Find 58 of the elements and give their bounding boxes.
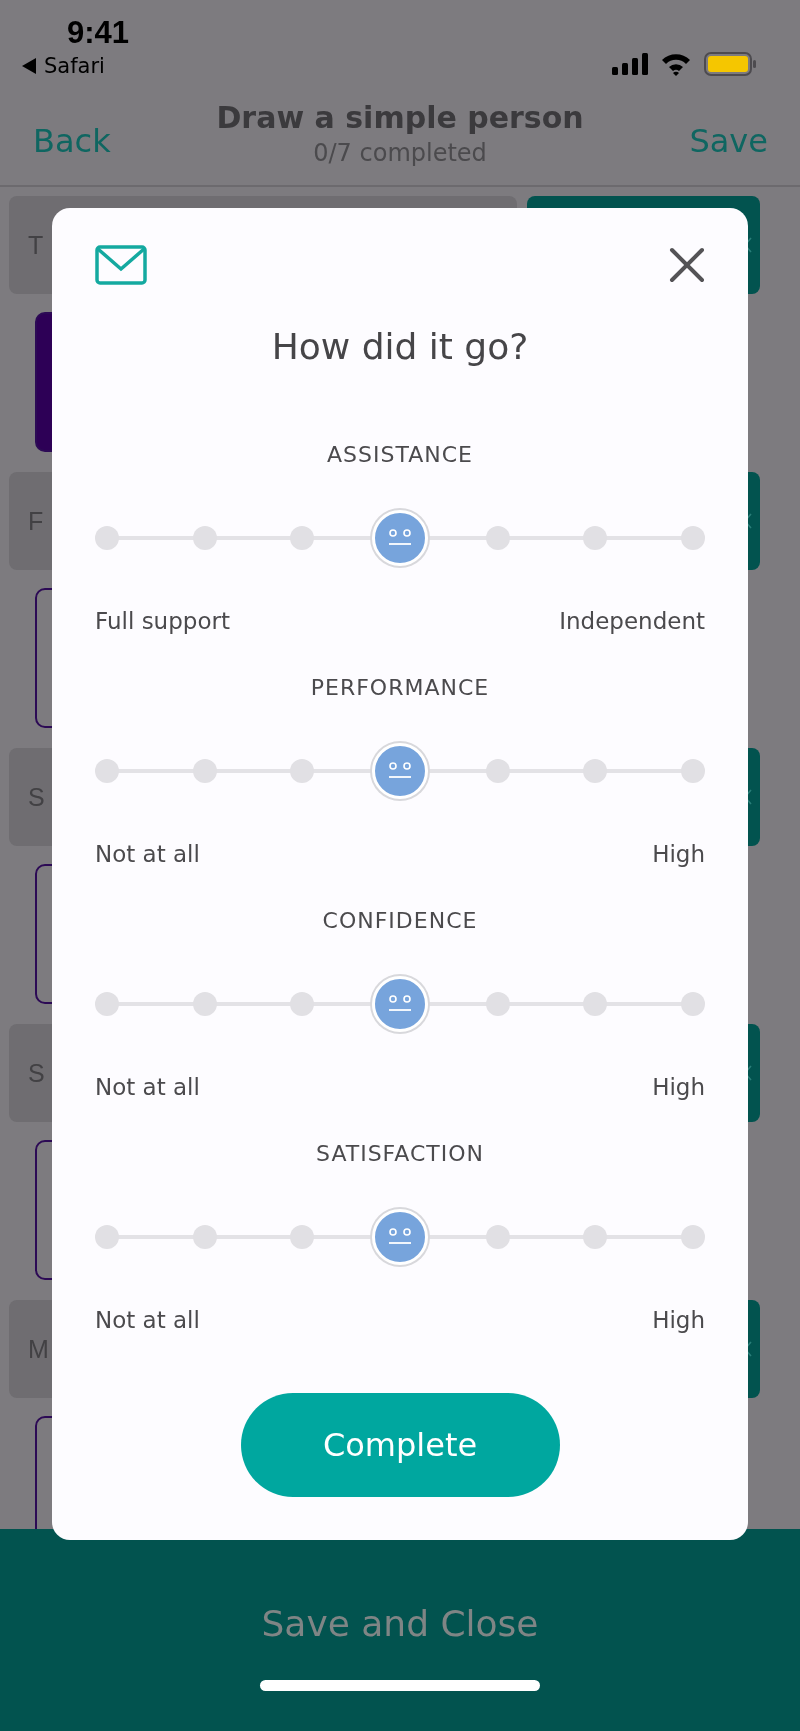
step-dot — [192, 992, 217, 1016]
page-title: Draw a simple person — [216, 98, 584, 137]
step-dot — [192, 1225, 217, 1249]
step-dot — [290, 759, 315, 783]
step-dot — [485, 759, 510, 783]
slider-thumb[interactable] — [372, 1209, 428, 1265]
complete-button[interactable]: Complete — [240, 1393, 560, 1497]
step-dot — [192, 759, 217, 783]
step-dot — [95, 759, 119, 783]
step-dot — [290, 526, 315, 550]
scale-low-label: Not at all — [95, 1073, 200, 1102]
scale-high-label: High — [652, 1306, 705, 1335]
step-dot — [485, 992, 510, 1016]
step-dot — [95, 526, 119, 550]
step-dot — [485, 526, 510, 550]
battery-icon — [704, 52, 756, 76]
rating-label: CONFIDENCE — [322, 907, 478, 935]
slider-thumb[interactable] — [372, 743, 428, 799]
step-dot — [583, 759, 608, 783]
rating-label: PERFORMANCE — [310, 674, 490, 702]
step-dot — [583, 1225, 608, 1249]
step-dot — [681, 526, 705, 550]
step-dot — [681, 759, 705, 783]
step-dot — [583, 526, 608, 550]
slider-thumb[interactable] — [372, 976, 428, 1032]
signal-icon — [612, 53, 648, 75]
step-dot — [681, 992, 705, 1016]
rating-label: SATISFACTION — [316, 1140, 484, 1168]
back-triangle-icon — [22, 58, 36, 74]
back-button[interactable]: Back — [33, 107, 111, 160]
scale-low-label: Not at all — [95, 840, 200, 869]
scale-high-label: Independent — [559, 607, 705, 636]
step-dot — [95, 992, 119, 1016]
step-dot — [681, 1225, 705, 1249]
rating-slider[interactable] — [95, 741, 705, 801]
wifi-icon — [660, 52, 692, 76]
step-dot — [485, 1225, 510, 1249]
envelope-icon[interactable] — [95, 245, 147, 285]
back-to-app-link[interactable]: Safari — [44, 54, 105, 78]
slider-thumb[interactable] — [372, 510, 428, 566]
step-dot — [290, 1225, 315, 1249]
step-dot — [192, 526, 217, 550]
rating-slider[interactable] — [95, 974, 705, 1034]
save-button[interactable]: Save — [689, 107, 768, 160]
scale-high-label: High — [652, 840, 705, 869]
scale-low-label: Not at all — [95, 1306, 200, 1335]
dialog-title: How did it go? — [271, 325, 529, 369]
rating-slider[interactable] — [95, 1207, 705, 1267]
save-and-close-button[interactable]: Save and Close — [261, 1603, 539, 1644]
status-time: 9:41 — [67, 14, 130, 52]
step-dot — [95, 1225, 119, 1249]
step-dot — [290, 992, 315, 1016]
rating-label: ASSISTANCE — [327, 441, 473, 469]
scale-low-label: Full support — [95, 607, 230, 636]
rating-slider[interactable] — [95, 508, 705, 568]
close-button[interactable] — [669, 247, 705, 283]
scale-high-label: High — [652, 1073, 705, 1102]
step-dot — [583, 992, 608, 1016]
